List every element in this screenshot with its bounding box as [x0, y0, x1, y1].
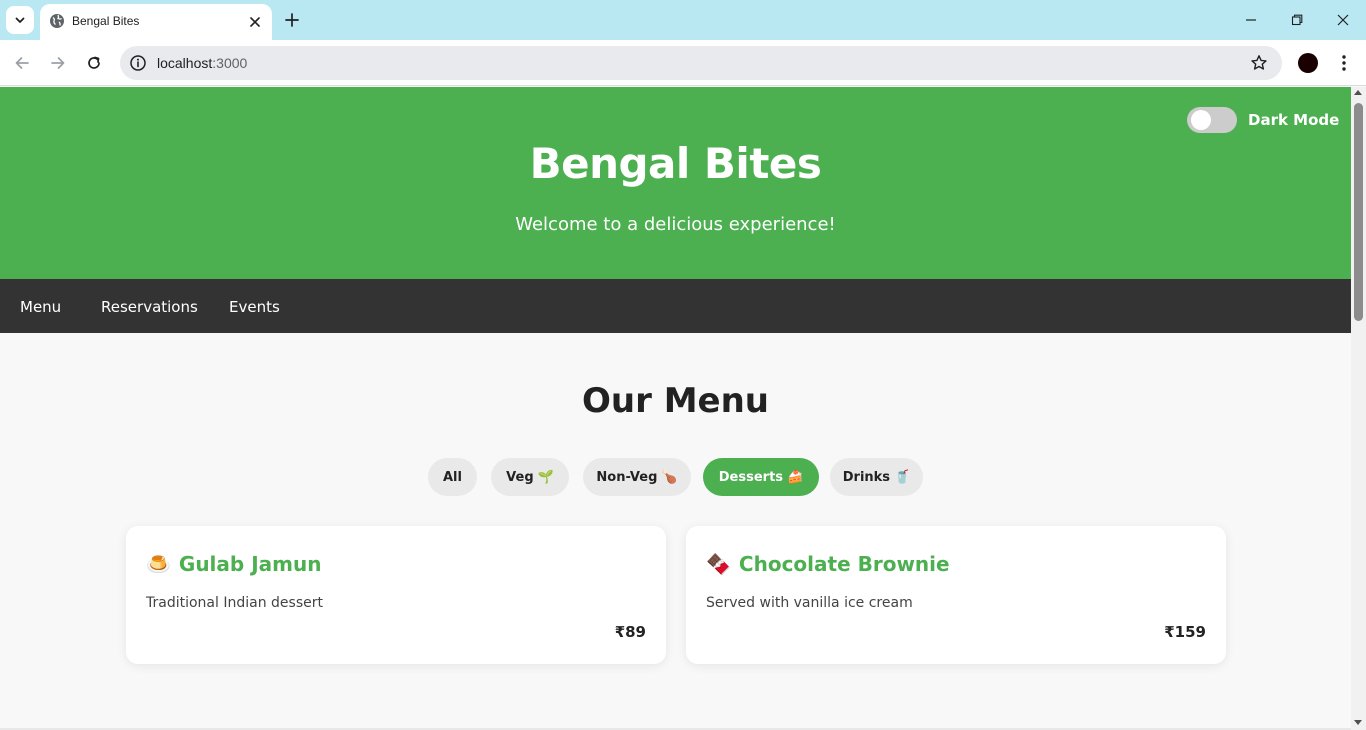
kebab-icon [1342, 55, 1346, 71]
url-text[interactable]: localhost:3000 [157, 55, 247, 71]
tab-close-button[interactable] [246, 13, 264, 31]
filter-label: All [443, 469, 462, 485]
cup-icon: 🥤 [894, 469, 911, 485]
filter-label: Non-Veg [596, 469, 658, 485]
site-title: Bengal Bites [529, 139, 822, 188]
filter-veg-button[interactable]: Veg 🌱 [491, 458, 569, 496]
plus-icon [285, 13, 299, 27]
browser-tab[interactable]: Bengal Bites [40, 4, 272, 40]
address-bar[interactable]: localhost:3000 [120, 46, 1282, 80]
forward-button[interactable] [44, 49, 72, 77]
restore-button[interactable] [1283, 6, 1311, 34]
menu-item-description: Traditional Indian dessert [146, 595, 323, 611]
dark-mode-toggle-knob [1191, 110, 1211, 130]
filter-all-button[interactable]: All [428, 458, 477, 496]
arrow-right-icon [51, 57, 65, 69]
arrow-left-icon [15, 57, 29, 69]
browser-toolbar: localhost:3000 [0, 40, 1366, 86]
star-icon[interactable] [1250, 54, 1268, 72]
menu-item-card: 🍫 Chocolate Brownie Served with vanilla … [686, 526, 1226, 664]
restore-icon [1291, 14, 1303, 26]
browser-tabstrip: Bengal Bites [0, 0, 1366, 40]
seedling-icon: 🌱 [537, 469, 554, 485]
close-window-button[interactable] [1329, 6, 1357, 34]
reload-button[interactable] [80, 49, 108, 77]
nav-item-events[interactable]: Events [229, 298, 280, 316]
filter-label: Desserts [718, 469, 784, 485]
profile-avatar[interactable] [1298, 53, 1318, 73]
filter-label: Drinks [842, 469, 891, 485]
tab-title: Bengal Bites [72, 14, 140, 28]
scroll-down-arrow-icon[interactable] [1354, 720, 1362, 725]
menu-item-description: Served with vanilla ice cream [706, 595, 913, 611]
url-host: localhost [157, 55, 213, 71]
nav-item-reservations[interactable]: Reservations [101, 298, 198, 316]
hero-header: Dark Mode Bengal Bites Welcome to a deli… [0, 87, 1351, 279]
drumstick-icon: 🍗 [661, 469, 678, 485]
scroll-up-arrow-icon[interactable] [1354, 90, 1362, 95]
filter-label: Veg [506, 469, 534, 485]
dark-mode-toggle[interactable] [1187, 107, 1237, 133]
nav-item-menu[interactable]: Menu [20, 298, 61, 316]
reload-icon [88, 56, 100, 69]
new-tab-button[interactable] [280, 8, 304, 32]
close-icon [1337, 14, 1349, 26]
page-scrollbar[interactable] [1351, 87, 1366, 730]
filter-desserts-button[interactable]: Desserts 🍰 [703, 458, 819, 496]
menu-item-price: ₹159 [1164, 623, 1206, 641]
browser-menu-button[interactable] [1334, 51, 1354, 75]
page-viewport: Dark Mode Bengal Bites Welcome to a deli… [0, 87, 1351, 730]
menu-item-title: 🍫 Chocolate Brownie [706, 552, 950, 576]
chocolate-bar-icon: 🍫 [706, 552, 731, 576]
close-icon [250, 17, 260, 27]
dark-mode-label: Dark Mode [1248, 111, 1340, 129]
url-port: :3000 [212, 55, 248, 71]
menu-item-price: ₹89 [614, 623, 646, 641]
back-button[interactable] [8, 49, 36, 77]
tab-search-button[interactable] [6, 6, 34, 34]
filter-non-veg-button[interactable]: Non-Veg 🍗 [583, 458, 691, 496]
menu-item-name: Chocolate Brownie [738, 552, 950, 576]
cake-icon: 🍰 [787, 469, 804, 485]
main-nav: Menu Reservations Events [0, 279, 1351, 333]
filter-drinks-button[interactable]: Drinks 🥤 [830, 458, 923, 496]
minimize-button[interactable] [1237, 6, 1265, 34]
menu-item-name: Gulab Jamun [178, 552, 322, 576]
menu-item-title: 🍮 Gulab Jamun [146, 552, 321, 576]
site-subtitle: Welcome to a delicious experience! [515, 214, 836, 235]
scrollbar-thumb[interactable] [1354, 103, 1363, 321]
menu-item-card: 🍮 Gulab Jamun Traditional Indian dessert… [126, 526, 666, 664]
minimize-icon [1246, 19, 1256, 21]
chevron-down-icon [15, 17, 25, 23]
info-icon[interactable] [129, 54, 147, 72]
menu-heading: Our Menu [581, 381, 770, 421]
globe-icon [50, 14, 64, 28]
custard-icon: 🍮 [146, 552, 171, 576]
